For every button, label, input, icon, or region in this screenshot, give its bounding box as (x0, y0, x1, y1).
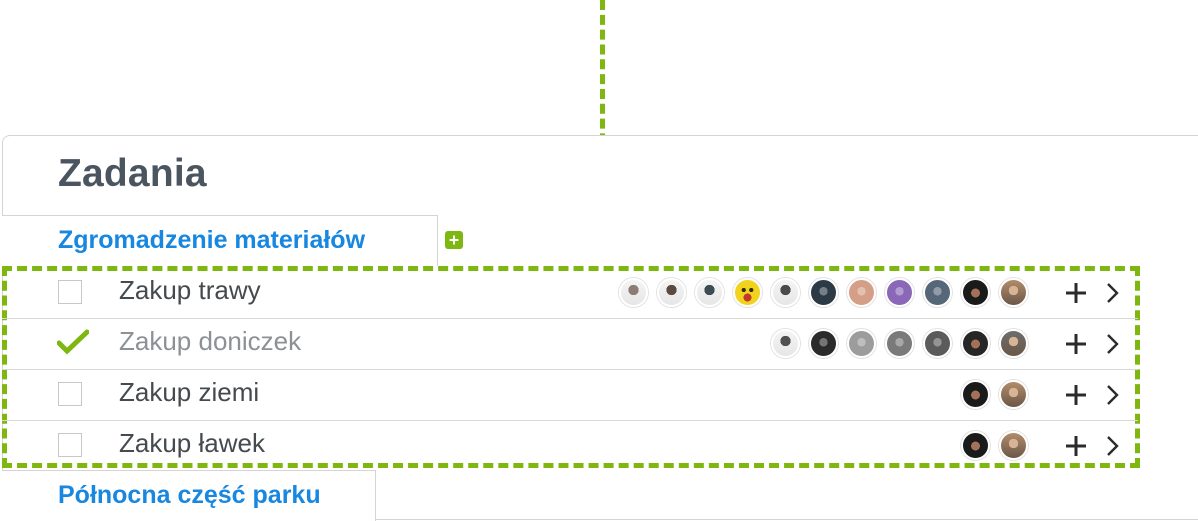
task-checkbox[interactable] (58, 280, 82, 304)
member-avatar[interactable] (619, 278, 648, 307)
member-avatar[interactable] (961, 380, 990, 409)
task-row[interactable]: Zakup ziemi (2, 370, 1138, 421)
task-title[interactable]: Zakup ziemi (119, 377, 259, 408)
member-avatar[interactable] (961, 278, 990, 307)
member-avatar[interactable] (809, 278, 838, 307)
task-row[interactable]: Zakup trawy (2, 268, 1138, 319)
member-avatar[interactable] (847, 278, 876, 307)
plus-icon (1066, 385, 1086, 405)
open-task-button[interactable] (1102, 333, 1124, 355)
open-task-button[interactable] (1102, 282, 1124, 304)
group-tab-1[interactable]: Zgromadzenie materiałów (2, 215, 438, 266)
member-avatar[interactable] (961, 431, 990, 460)
member-avatar[interactable] (923, 329, 952, 358)
member-avatar[interactable] (657, 278, 686, 307)
plus-icon (1066, 283, 1086, 303)
plus-square-icon (449, 235, 459, 245)
add-member-button[interactable] (1065, 282, 1087, 304)
task-checkbox[interactable] (58, 382, 82, 406)
checkmark-icon (57, 329, 89, 355)
task-title[interactable]: Zakup trawy (119, 275, 261, 306)
group-label[interactable]: Północna część parku (58, 481, 321, 510)
member-avatar[interactable] (695, 278, 724, 307)
open-task-button[interactable] (1102, 435, 1124, 457)
member-avatar[interactable] (999, 329, 1028, 358)
member-avatar[interactable] (885, 329, 914, 358)
chevron-right-icon (1107, 283, 1119, 303)
member-avatar[interactable] (771, 329, 800, 358)
group-label[interactable]: Zgromadzenie materiałów (58, 226, 365, 255)
add-group-plus-square-icon[interactable] (445, 231, 463, 249)
member-avatar[interactable] (809, 329, 838, 358)
member-avatar[interactable] (847, 329, 876, 358)
chevron-right-icon (1107, 436, 1119, 456)
add-member-button[interactable] (1065, 435, 1087, 457)
member-avatar[interactable] (733, 278, 762, 307)
add-member-button[interactable] (1065, 333, 1087, 355)
add-member-button[interactable] (1065, 384, 1087, 406)
page-title: Zadania (58, 152, 207, 195)
open-task-button[interactable] (1102, 384, 1124, 406)
task-checkbox[interactable] (58, 433, 82, 457)
member-avatar[interactable] (961, 329, 990, 358)
member-avatar[interactable] (999, 380, 1028, 409)
member-avatar[interactable] (999, 278, 1028, 307)
member-avatar[interactable] (923, 278, 952, 307)
plus-icon (1066, 334, 1086, 354)
task-row[interactable]: Zakup doniczek (2, 319, 1138, 370)
plus-icon (1066, 436, 1086, 456)
member-avatar[interactable] (885, 278, 914, 307)
member-avatar[interactable] (999, 431, 1028, 460)
chevron-right-icon (1107, 385, 1119, 405)
task-title[interactable]: Zakup doniczek (119, 326, 301, 357)
chevron-right-icon (1107, 334, 1119, 354)
task-title[interactable]: Zakup ławek (119, 428, 265, 459)
task-row[interactable]: Zakup ławek (2, 421, 1138, 472)
group-tab-2[interactable]: Północna część parku (2, 470, 376, 521)
task-checkbox[interactable] (57, 329, 89, 355)
member-avatar[interactable] (771, 278, 800, 307)
